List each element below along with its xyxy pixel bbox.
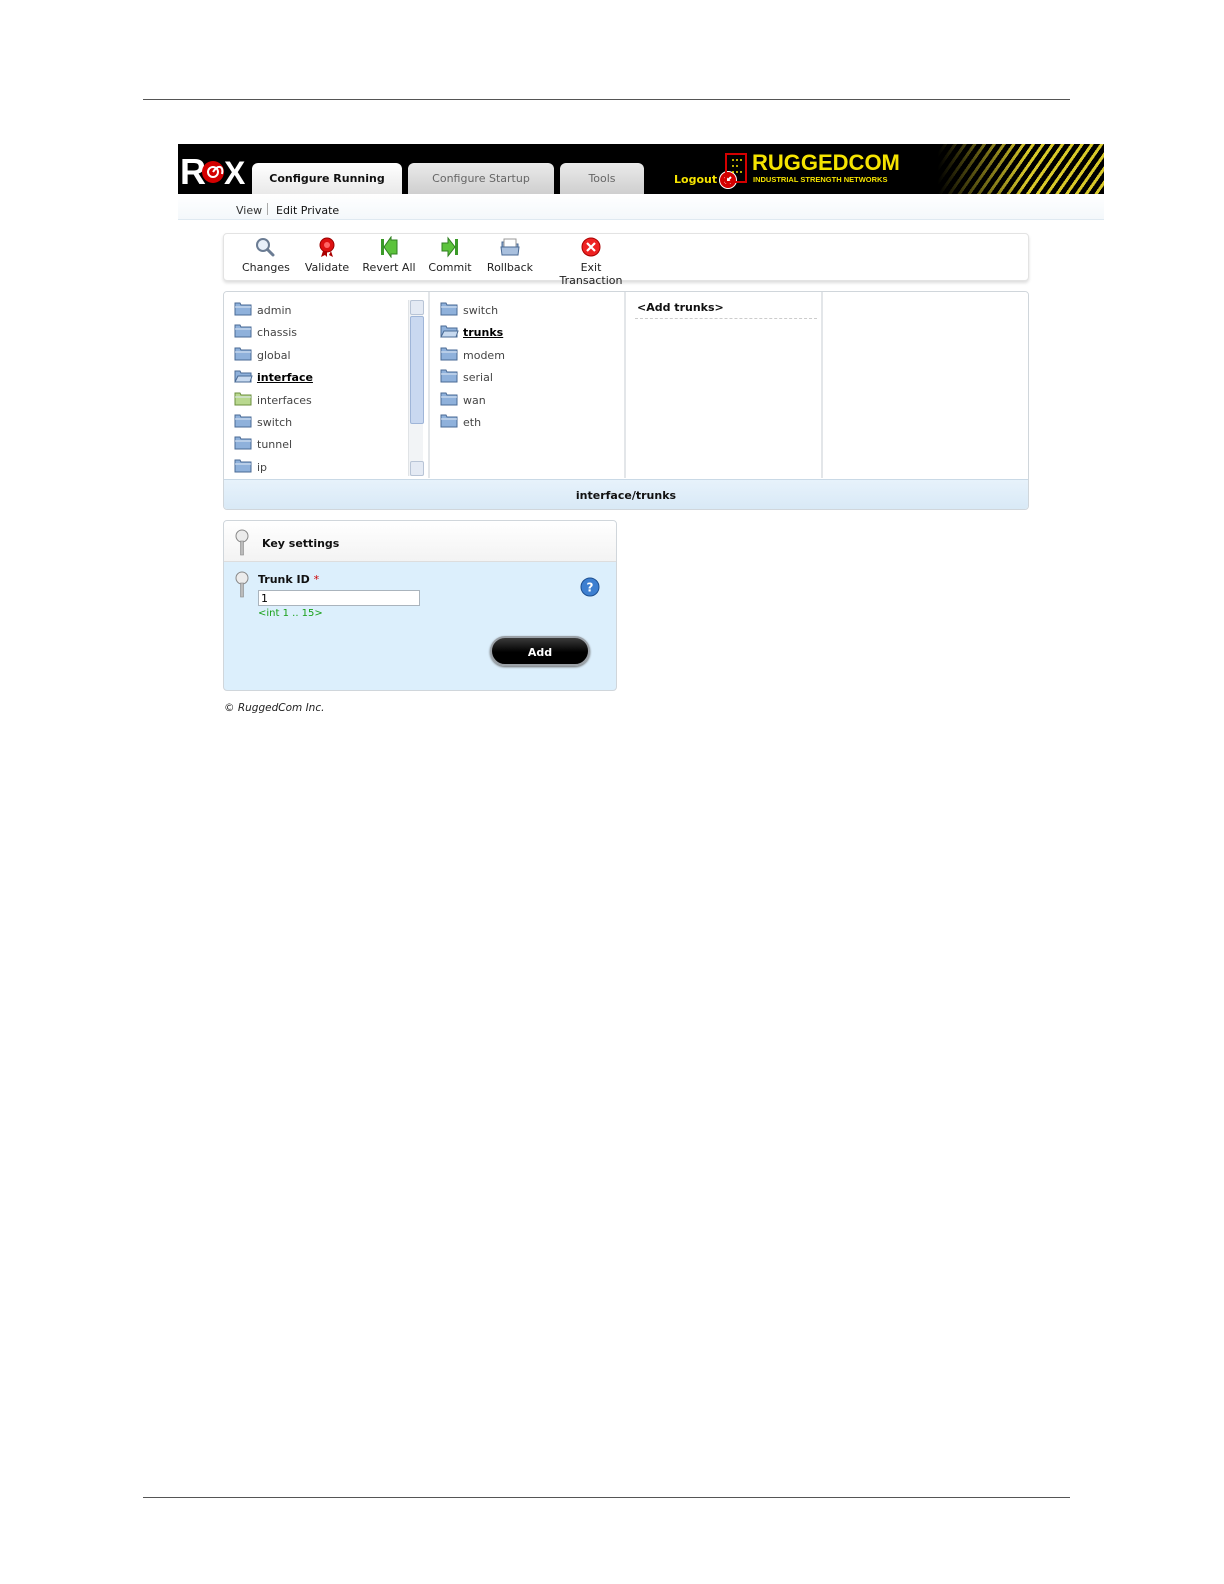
revert-all-label: Revert All bbox=[362, 261, 416, 274]
brand-name: RUGGEDCOM bbox=[752, 150, 900, 175]
folder-icon bbox=[440, 347, 458, 361]
folder-icon bbox=[440, 414, 458, 428]
add-trunks-link[interactable]: <Add trunks> bbox=[637, 301, 724, 314]
tree-item-label: ip bbox=[257, 460, 268, 474]
exit-transaction-button[interactable]: Exit Transaction bbox=[548, 236, 634, 287]
tree-item-label: switch bbox=[463, 304, 499, 317]
logout-link[interactable]: Logout bbox=[674, 173, 717, 186]
view-link[interactable]: View bbox=[236, 204, 262, 217]
subnav-divider bbox=[267, 203, 268, 215]
revert-all-button[interactable]: Revert All bbox=[362, 236, 416, 274]
changes-button[interactable]: Changes bbox=[242, 236, 290, 274]
validate-button[interactable]: Validate bbox=[304, 236, 350, 274]
tab-tools[interactable]: Tools bbox=[560, 163, 644, 194]
tree-item-label: tunnel bbox=[257, 438, 293, 452]
folder-icon bbox=[234, 324, 252, 338]
tree-item-label: wan bbox=[463, 393, 486, 407]
key-settings-header: Key settings bbox=[224, 521, 616, 562]
svg-text:X: X bbox=[224, 155, 246, 190]
tree-item-label: switch bbox=[257, 416, 293, 429]
path-bar: interface/trunks bbox=[224, 479, 1028, 509]
tree-column-3: <Add trunks> bbox=[626, 292, 823, 478]
svg-text:R: R bbox=[180, 151, 206, 190]
rollback-icon bbox=[500, 238, 520, 256]
tree-item-label: eth bbox=[463, 416, 482, 429]
add-trunks-divider bbox=[635, 318, 817, 319]
tree-item-label: admin bbox=[257, 304, 292, 317]
svg-text:?: ? bbox=[587, 581, 594, 595]
copyright-footer: © RuggedCom Inc. bbox=[224, 702, 325, 714]
folder-icon bbox=[234, 436, 252, 450]
folder-open-icon bbox=[234, 370, 253, 383]
brand-tagline: INDUSTRIAL STRENGTH NETWORKS bbox=[753, 175, 888, 184]
scroll-down-arrow-icon[interactable] bbox=[410, 461, 424, 476]
key-icon bbox=[235, 529, 249, 556]
help-icon[interactable]: ? bbox=[580, 577, 600, 597]
action-toolbar: Changes Validate Revert All Commit Rollb… bbox=[223, 233, 1029, 287]
tab-configure-running[interactable]: Configure Running bbox=[252, 163, 402, 194]
add-button[interactable]: Add bbox=[490, 636, 590, 666]
magnifier-icon bbox=[256, 238, 275, 257]
rollback-label: Rollback bbox=[486, 261, 534, 274]
tree-column-2: switch trunks modem serial wan eth bbox=[430, 292, 626, 478]
tab-configure-startup[interactable]: Configure Startup bbox=[408, 163, 554, 194]
changes-label: Changes bbox=[242, 261, 290, 274]
commit-button[interactable]: Commit bbox=[428, 236, 472, 274]
key-settings-title: Key settings bbox=[262, 537, 340, 550]
tree-column-4 bbox=[823, 292, 1028, 478]
tree-item-label: serial bbox=[463, 371, 493, 385]
tree-item-label: interfaces bbox=[257, 393, 312, 407]
folder-icon bbox=[440, 369, 458, 383]
edit-private-link[interactable]: Edit Private bbox=[276, 204, 339, 217]
config-tree-browser: admin chassis global interface interfaces swi… bbox=[223, 291, 1029, 510]
tree-item-label: trunks bbox=[463, 326, 504, 340]
commit-label: Commit bbox=[428, 261, 472, 274]
folder-icon bbox=[234, 347, 252, 361]
folder-icon bbox=[440, 392, 458, 406]
scroll-thumb[interactable] bbox=[410, 316, 424, 424]
validate-label: Validate bbox=[304, 261, 350, 274]
app-header: R X Configure Running Configure Startup … bbox=[178, 144, 1104, 194]
ruggedcom-mark-icon bbox=[725, 153, 747, 183]
rox-logo: R X bbox=[180, 151, 246, 190]
folder-icon bbox=[234, 414, 252, 428]
rollback-button[interactable]: Rollback bbox=[486, 236, 534, 274]
required-marker: * bbox=[313, 573, 320, 586]
tree-item-label: chassis bbox=[257, 326, 298, 340]
field-key-icon bbox=[235, 571, 249, 598]
trunk-id-label: Trunk ID * bbox=[258, 573, 320, 586]
current-path: interface/trunks bbox=[575, 489, 677, 502]
folder-icon bbox=[234, 459, 252, 473]
commit-icon bbox=[441, 236, 458, 258]
exit-transaction-label: Exit Transaction bbox=[559, 261, 623, 287]
folder-open-icon bbox=[440, 325, 459, 338]
revert-icon bbox=[381, 236, 398, 258]
page-bottom-rule bbox=[143, 1497, 1070, 1498]
trunk-id-range-hint: <int 1 .. 15> bbox=[258, 608, 323, 619]
tree-column-1: admin chassis global interface interfaces swi… bbox=[224, 292, 430, 478]
trunk-id-input[interactable] bbox=[258, 590, 420, 606]
tree-scrollbar[interactable] bbox=[408, 300, 424, 476]
page-top-rule bbox=[143, 99, 1070, 100]
folder-icon bbox=[440, 302, 458, 316]
folder-icon bbox=[234, 392, 252, 406]
exit-icon bbox=[581, 237, 601, 257]
sub-navigation: View Edit Private bbox=[178, 194, 1104, 220]
tree-item-label: modem bbox=[463, 348, 505, 362]
validate-seal-icon bbox=[319, 237, 335, 257]
folder-icon bbox=[234, 302, 252, 316]
tree-item-label: global bbox=[257, 348, 291, 362]
key-settings-panel: Key settings Trunk ID * <int 1 .. 15> ? … bbox=[223, 520, 617, 691]
tree-item-label: interface bbox=[257, 371, 313, 385]
scroll-up-arrow-icon[interactable] bbox=[410, 300, 424, 315]
